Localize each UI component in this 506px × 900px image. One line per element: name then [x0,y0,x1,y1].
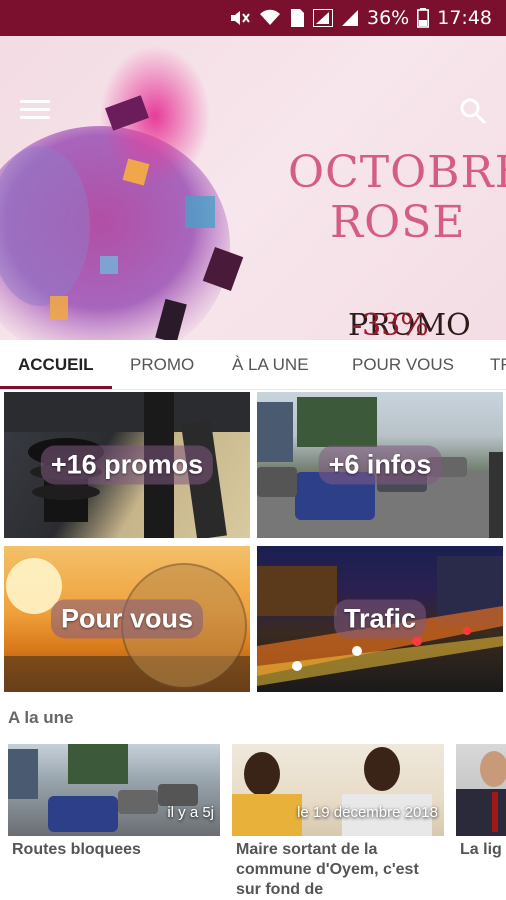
tile-pour-vous[interactable]: Pour vous [4,546,250,692]
news-card-image [456,744,506,836]
decorative-splash [0,46,244,340]
sim-icon [289,8,305,28]
news-card[interactable]: il y a 5j Routes bloquees [8,744,220,900]
battery-percent: 36% [367,7,410,29]
tab-pour-vous[interactable]: POUR VOUS [352,340,454,389]
menu-button[interactable] [20,100,50,124]
tile-infos-label: +6 infos [318,445,442,485]
news-card-image [8,744,220,836]
news-card-title: Maire sortant de la commune d'Oyem, c'es… [236,841,419,898]
tab-a-la-une[interactable]: À LA UNE [232,340,309,389]
status-bar: 36% 17:48 [0,0,506,36]
tab-accueil[interactable]: ACCUEIL [18,340,94,389]
mute-icon [229,9,251,27]
hero-banner[interactable]: OCTOBRE ROSE PROMO [0,36,506,340]
news-card-title: Routes bloquees [12,841,141,858]
tile-trafic[interactable]: Trafic [257,546,503,692]
news-card-title: La lig hauteu Turin [460,841,506,858]
tab-bar: ACCUEIL PROMO À LA UNE POUR VOUS TR [0,340,506,390]
hero-discount: -33% [352,308,429,340]
search-button[interactable] [458,96,488,126]
wifi-icon [259,9,281,27]
tile-trafic-label: Trafic [333,599,427,639]
news-card-date: il y a 5j [167,804,214,821]
clock: 17:48 [437,7,492,29]
tab-promo[interactable]: PROMO [130,340,194,389]
news-card[interactable]: le 19 décembre 2018 Maire sortant de la … [232,744,444,900]
tab-overflow[interactable]: TR [490,340,506,389]
battery-icon [417,8,430,28]
hero-title: OCTOBRE ROSE [288,147,506,248]
tile-promos[interactable]: +16 promos [4,392,250,538]
signal-icon [341,9,359,27]
tile-pour-vous-label: Pour vous [50,599,204,639]
news-card-image [232,744,444,836]
menu-icon [20,100,50,103]
news-card[interactable]: La lig hauteu Turin [456,744,506,900]
tile-infos[interactable]: +6 infos [257,392,503,538]
tile-promos-label: +16 promos [40,445,214,485]
news-card-date: le 19 décembre 2018 [297,804,438,821]
section-title: A la une [8,708,74,727]
signal-icon [313,9,333,27]
search-icon [460,98,487,125]
tab-indicator [0,386,112,389]
